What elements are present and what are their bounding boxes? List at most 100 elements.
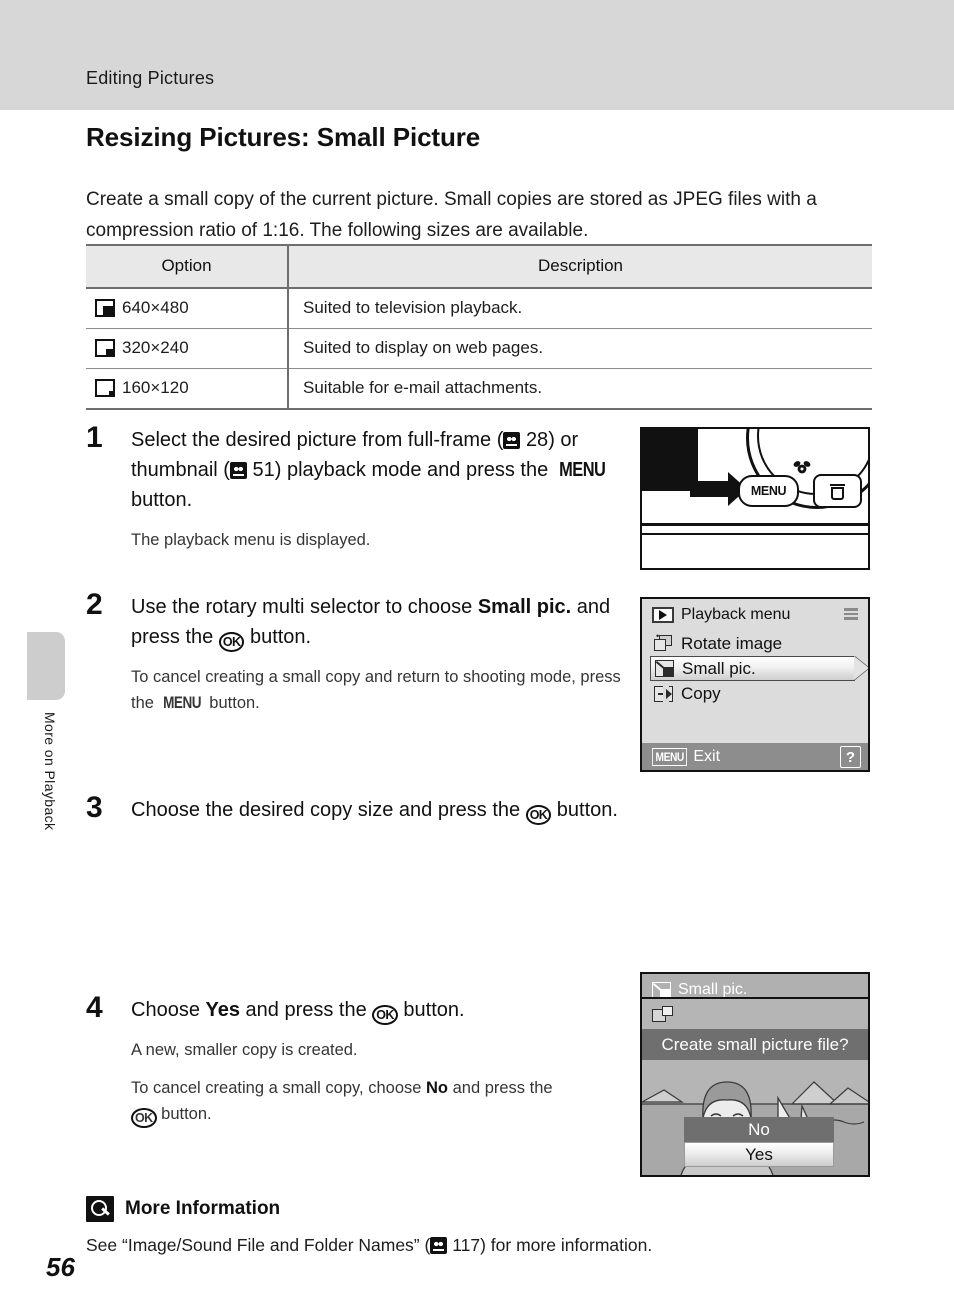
cell-description: Suited to television playback. xyxy=(303,298,523,317)
running-head: Editing Pictures xyxy=(86,68,215,88)
more-information-title: More Information xyxy=(125,1198,281,1219)
small-picture-file-icon xyxy=(652,1006,673,1024)
chapter-tab xyxy=(27,632,65,700)
camera-body-seam xyxy=(642,523,868,526)
exit-label: Exit xyxy=(693,747,721,765)
step-1-text-c: ) playback mode and press the xyxy=(274,459,554,481)
flower-icon xyxy=(793,460,811,475)
menu-item-label: Rotate image xyxy=(681,633,783,653)
ok-button-glyph: OK xyxy=(372,1005,398,1025)
option-label: 640×480 xyxy=(122,298,189,317)
playback-menu-title-label: Playback menu xyxy=(681,606,791,623)
step-1-number: 1 xyxy=(86,421,103,454)
step-3-text-b: button. xyxy=(551,799,618,821)
step-4-note-1: A new, smaller copy is created. xyxy=(131,1041,358,1059)
copy-icon xyxy=(654,684,673,705)
section-title: Resizing Pictures: Small Picture xyxy=(86,122,481,152)
camera-delete-button[interactable] xyxy=(813,474,862,508)
column-header-option: Option xyxy=(86,245,289,289)
column-header-description: Description xyxy=(288,245,872,289)
figure-playback-menu: Playback menu • Rotate image Small pic. … xyxy=(640,597,870,772)
step-4-instruction: Choose Yes and press the OK button. xyxy=(131,995,646,1025)
step-2-note: To cancel creating a small copy and retu… xyxy=(131,664,646,716)
dialog-option-yes[interactable]: Yes xyxy=(684,1142,834,1167)
table-row: 640×480 Suited to television playback. xyxy=(86,288,872,329)
cell-option: 320×240 xyxy=(86,328,289,369)
size-medium-icon xyxy=(95,339,115,357)
size-small-icon xyxy=(95,379,115,397)
table-row: 320×240 Suited to display on web pages. xyxy=(86,328,872,369)
step-1: 1 Select the desired picture from full-f… xyxy=(86,421,646,553)
step-2-text-a: Use the rotary multi selector to choose xyxy=(131,596,478,618)
magnifier-icon xyxy=(86,1196,114,1222)
table-row: 160×120 Suitable for e-mail attachments. xyxy=(86,368,872,409)
playback-menu-list: • Rotate image Small pic. Copy xyxy=(650,631,864,706)
small-pic-icon xyxy=(652,981,671,999)
step-4-note-2a: To cancel creating a small copy, choose xyxy=(131,1079,427,1097)
menu-item-small-pic[interactable]: Small pic. xyxy=(650,656,855,681)
step-2: 2 Use the rotary multi selector to choos… xyxy=(86,588,646,716)
figure-camera-menu-button: MENU xyxy=(640,427,870,570)
step-1-ref-a: 28 xyxy=(525,429,549,451)
step-4-text-a: Choose xyxy=(131,999,206,1021)
step-3-instruction: Choose the desired copy size and press t… xyxy=(131,795,646,825)
ok-button-glyph: OK xyxy=(525,805,552,825)
cell-option: 640×480 xyxy=(86,288,289,329)
more-information-block: More Information See “Image/Sound File a… xyxy=(86,1196,876,1256)
dialog-option-no[interactable]: No xyxy=(684,1117,834,1142)
menu-item-rotate-image[interactable]: • Rotate image xyxy=(650,631,864,656)
step-4-note-2b: and press the xyxy=(448,1079,553,1097)
step-4-number: 4 xyxy=(86,991,103,1024)
reference-book-icon xyxy=(229,462,247,479)
step-2-instruction: Use the rotary multi selector to choose … xyxy=(131,592,646,652)
trash-icon xyxy=(830,483,845,500)
table-header-row: Option Description xyxy=(86,245,872,289)
cell-description: Suitable for e-mail attachments. xyxy=(288,368,872,409)
step-1-instruction: Select the desired picture from full-fra… xyxy=(131,425,646,515)
chapter-tab-label: More on Playback xyxy=(42,712,58,831)
camera-menu-button[interactable]: MENU xyxy=(738,475,799,507)
pointer-arrow-icon xyxy=(690,472,747,506)
more-information-heading: More Information xyxy=(86,1196,876,1222)
playback-menu-bottom-bar: MENU Exit ? xyxy=(642,743,868,770)
step-2-bold-a: Small pic. xyxy=(477,596,572,618)
menu-item-label: Small pic. xyxy=(682,658,756,678)
more-information-text-a: See “Image/Sound File and Folder Names” … xyxy=(86,1235,431,1255)
more-information-ref: 117 xyxy=(452,1235,481,1255)
option-label: 320×240 xyxy=(122,338,189,357)
menu-item-copy[interactable]: Copy xyxy=(650,681,864,706)
page-header-band xyxy=(0,0,954,110)
step-3-text-a: Choose the desired copy size and press t… xyxy=(131,799,526,821)
step-4-bold-a: Yes xyxy=(205,999,240,1021)
reference-book-icon xyxy=(430,1237,448,1254)
step-2-note-b: button. xyxy=(204,694,260,712)
cell-option: 160×120 xyxy=(86,368,289,409)
camera-body-seam xyxy=(642,533,868,535)
step-1-text-d: button. xyxy=(131,489,193,511)
size-large-icon xyxy=(95,299,115,317)
step-1-text-a: Select the desired picture from full-fra… xyxy=(131,429,504,451)
camera-menu-button-label: MENU xyxy=(750,484,787,498)
size-options-table: Option Description 640×480 Suited to tel… xyxy=(86,244,872,410)
step-3-number: 3 xyxy=(86,791,103,824)
menu-button-glyph: MENU xyxy=(558,459,606,481)
step-3: 3 Choose the desired copy size and press… xyxy=(86,791,646,825)
reference-book-icon xyxy=(503,432,521,449)
figure-confirm-dialog: Create small picture file? No Yes xyxy=(640,997,870,1177)
play-icon xyxy=(652,607,674,623)
rotate-image-icon: • xyxy=(654,631,673,652)
step-1-ref-b: 51 xyxy=(252,459,275,481)
step-4-note-2c: button. xyxy=(156,1105,212,1123)
step-2-number: 2 xyxy=(86,588,103,621)
menu-badge: MENU xyxy=(652,747,688,766)
page-number: 56 xyxy=(46,1252,75,1282)
menu-button-glyph: MENU xyxy=(162,694,201,712)
step-4-note-bold: No xyxy=(426,1079,449,1097)
help-button[interactable]: ? xyxy=(840,746,861,768)
more-information-text: See “Image/Sound File and Folder Names” … xyxy=(86,1235,876,1256)
ok-button-glyph: OK xyxy=(131,1108,157,1128)
step-4-note-2: To cancel creating a small copy, choose … xyxy=(131,1075,646,1128)
more-information-text-b: ) for more information. xyxy=(480,1235,653,1255)
cell-description: Suited to display on web pages. xyxy=(288,328,872,369)
menu-bars-icon xyxy=(844,608,858,620)
